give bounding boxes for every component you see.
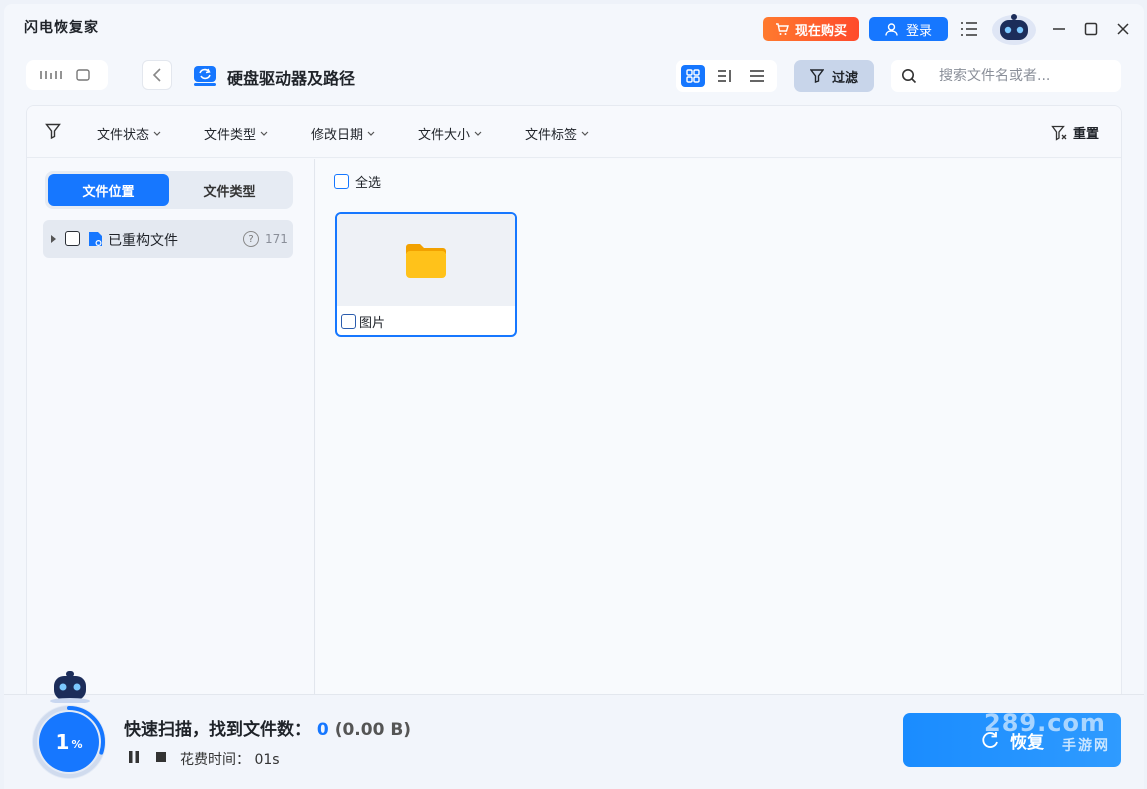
brand-logo bbox=[26, 60, 108, 90]
buy-now-button[interactable]: 现在购买 bbox=[762, 17, 859, 41]
title-bar: 闪电恢复家 现在购买 登录 bbox=[4, 4, 1144, 48]
found-size: (0.00 B) bbox=[334, 720, 412, 740]
search-input[interactable] bbox=[939, 68, 1109, 84]
scan-label: 快速扫描，找到文件数： bbox=[124, 720, 311, 740]
chevron-down-icon bbox=[260, 131, 268, 136]
scan-status-bar: 1 % 快速扫描，找到文件数： 0 (0.00 B) 花费时间： 01s 恢复 … bbox=[4, 671, 1144, 789]
user-icon bbox=[885, 22, 898, 36]
search-icon bbox=[902, 69, 917, 84]
filter-file-status-label: 文件状态 bbox=[97, 128, 150, 143]
file-tile-thumbnail bbox=[337, 214, 515, 306]
filter-file-tag[interactable]: 文件标签 bbox=[525, 124, 589, 143]
maximize-icon[interactable] bbox=[1080, 18, 1102, 40]
sidebar-tab-switch: 文件位置 文件类型 bbox=[45, 171, 293, 209]
grid-view-icon[interactable] bbox=[681, 65, 705, 87]
filter-file-status[interactable]: 文件状态 bbox=[97, 124, 161, 143]
menu-icon[interactable] bbox=[958, 18, 980, 40]
file-tile[interactable]: 图片 bbox=[335, 212, 517, 337]
rebuilt-file-icon bbox=[89, 232, 102, 246]
view-mode-switch bbox=[676, 60, 777, 92]
expand-arrow-icon[interactable] bbox=[51, 235, 56, 243]
close-icon[interactable] bbox=[1112, 18, 1134, 40]
brand-logo-icon bbox=[40, 69, 90, 81]
watermark-subtitle: 手游网 bbox=[1062, 738, 1110, 754]
chevron-left-icon bbox=[152, 68, 161, 82]
search-box bbox=[891, 60, 1121, 92]
chevron-down-icon bbox=[153, 131, 161, 136]
pause-icon[interactable] bbox=[128, 750, 140, 764]
file-tile-footer: 图片 bbox=[341, 312, 385, 331]
page-title: 硬盘驱动器及路径 bbox=[227, 69, 356, 88]
chevron-down-icon bbox=[367, 131, 375, 136]
filter-file-tag-label: 文件标签 bbox=[525, 128, 578, 143]
login-label: 登录 bbox=[905, 23, 932, 39]
cart-icon bbox=[775, 23, 789, 35]
main-toolbar: 硬盘驱动器及路径 过滤 bbox=[4, 56, 1144, 96]
found-count: 0 bbox=[316, 720, 329, 740]
buy-now-label: 现在购买 bbox=[794, 23, 847, 39]
login-button[interactable]: 登录 bbox=[868, 17, 948, 41]
scan-summary: 快速扫描，找到文件数： 0 (0.00 B) bbox=[124, 715, 411, 740]
tree-item-rebuilt-files[interactable]: 已重构文件 ? 171 bbox=[43, 220, 293, 258]
file-tile-name: 图片 bbox=[359, 316, 386, 331]
back-button[interactable] bbox=[142, 60, 172, 90]
robot-avatar-icon[interactable] bbox=[990, 12, 1038, 46]
folder-icon bbox=[406, 244, 446, 278]
select-all-checkbox[interactable] bbox=[334, 174, 349, 189]
stop-icon[interactable] bbox=[155, 750, 167, 764]
scan-progress-value: 1 bbox=[55, 730, 70, 754]
scan-progress-unit: % bbox=[71, 738, 83, 751]
filter-file-size[interactable]: 文件大小 bbox=[418, 124, 482, 143]
drive-icon bbox=[194, 66, 216, 86]
location-sidebar: 文件位置 文件类型 已重构文件 ? 171 bbox=[27, 159, 315, 704]
elapsed-label: 花费时间： bbox=[180, 752, 250, 768]
chevron-down-icon bbox=[581, 131, 589, 136]
title-bar-actions: 现在购买 登录 bbox=[762, 12, 1134, 46]
elapsed-time: 花费时间： 01s bbox=[180, 749, 280, 769]
help-icon[interactable]: ? bbox=[243, 231, 259, 247]
filter-button[interactable]: 过滤 bbox=[794, 60, 874, 92]
filter-file-type-label: 文件类型 bbox=[204, 128, 257, 143]
clear-filter-icon bbox=[1051, 125, 1067, 141]
minimize-icon[interactable] bbox=[1048, 18, 1070, 40]
tree-item-checkbox[interactable] bbox=[65, 231, 80, 246]
app-window: 闪电恢复家 现在购买 登录 硬盘驱动器及路径 过滤 搜索文件名或者... 文件状… bbox=[4, 4, 1144, 787]
select-all-label: 全选 bbox=[355, 176, 382, 191]
file-grid-area: 全选 图片 bbox=[316, 159, 1121, 704]
select-all[interactable]: 全选 bbox=[334, 172, 381, 191]
funnel-icon bbox=[45, 123, 61, 139]
watermark-logo: 289.com bbox=[984, 709, 1106, 737]
robot-mascot-icon bbox=[50, 671, 90, 703]
tree-item-count: 171 bbox=[265, 232, 288, 246]
filter-file-size-label: 文件大小 bbox=[418, 128, 471, 143]
app-title: 闪电恢复家 bbox=[24, 20, 99, 36]
list-view-icon[interactable] bbox=[745, 65, 769, 87]
chevron-down-icon bbox=[474, 131, 482, 136]
tab-file-type[interactable]: 文件类型 bbox=[169, 174, 290, 206]
scan-progress-text: 1 % bbox=[30, 703, 108, 781]
funnel-icon bbox=[809, 69, 824, 83]
filter-bar: 文件状态 文件类型 修改日期 文件大小 文件标签 重置 bbox=[27, 106, 1121, 158]
tab-file-location[interactable]: 文件位置 bbox=[48, 174, 169, 206]
file-tile-checkbox[interactable] bbox=[341, 314, 356, 329]
reset-filter-button[interactable]: 重置 bbox=[1051, 123, 1099, 142]
filter-label: 过滤 bbox=[831, 70, 858, 86]
reset-label: 重置 bbox=[1072, 127, 1099, 142]
filter-file-type[interactable]: 文件类型 bbox=[204, 124, 268, 143]
detail-view-icon[interactable] bbox=[713, 65, 737, 87]
filter-modified-date[interactable]: 修改日期 bbox=[311, 124, 375, 143]
tree-item-label: 已重构文件 bbox=[108, 233, 178, 249]
elapsed-value: 01s bbox=[254, 752, 280, 768]
filter-modified-date-label: 修改日期 bbox=[311, 128, 364, 143]
content-panel: 文件状态 文件类型 修改日期 文件大小 文件标签 重置 文件位置 文件类型 已重… bbox=[26, 105, 1122, 705]
